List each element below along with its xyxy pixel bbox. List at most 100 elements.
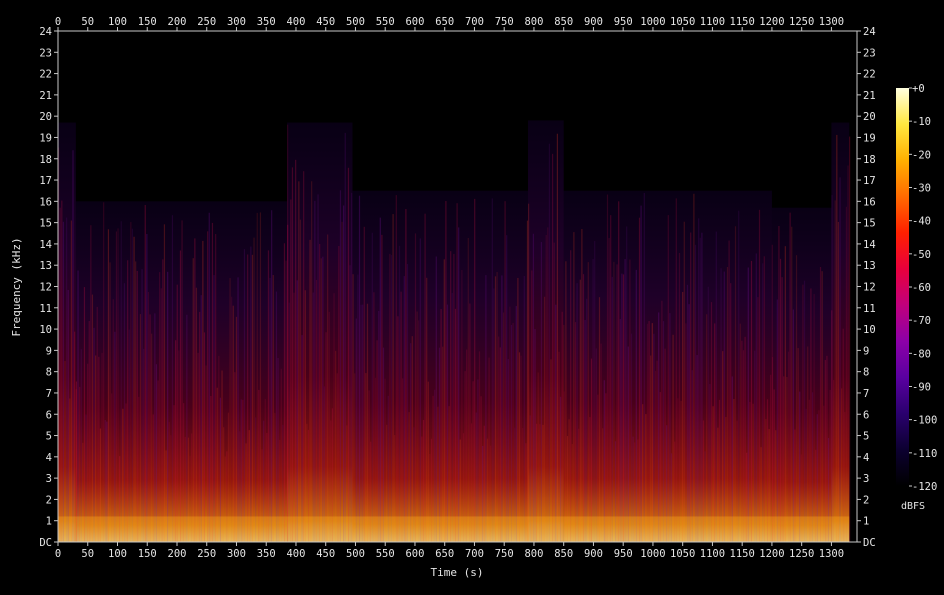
x-tick-label-top: 1050 <box>670 16 695 28</box>
y-tick-label-right: 19 <box>863 132 876 144</box>
y-tick-label-right: 13 <box>863 260 876 272</box>
x-tick-label: 200 <box>168 548 187 560</box>
y-tick-label: 22 <box>39 69 52 81</box>
y-tick-label: 13 <box>39 260 52 272</box>
x-tick-label: 1050 <box>670 548 695 560</box>
x-tick-label: 1000 <box>640 548 665 560</box>
x-tick-label-top: 0 <box>55 16 61 28</box>
y-tick-label-right: 4 <box>863 452 869 464</box>
y-axis-label: Frequency (kHz) <box>10 237 23 336</box>
y-tick-label-right: 14 <box>863 239 876 251</box>
x-tick-label: 1250 <box>789 548 814 560</box>
x-tick-label-top: 1300 <box>819 16 844 28</box>
colorbar-label: dBFS <box>901 501 925 512</box>
y-tick-label: 23 <box>39 47 52 59</box>
x-tick-label-top: 1250 <box>789 16 814 28</box>
y-tick-label: 1 <box>46 516 52 528</box>
x-tick-label-top: 700 <box>465 16 484 28</box>
y-tick-label-right: 5 <box>863 431 869 443</box>
x-tick-label: 800 <box>524 548 543 560</box>
colorbar-tick-label: -30 <box>912 183 931 195</box>
x-tick-label: 0 <box>55 548 61 560</box>
y-tick-label-right: 11 <box>863 303 876 315</box>
x-tick-label: 1300 <box>819 548 844 560</box>
spectrogram-figure: 0 0 50 50 100 100 150 150 200 200 250 250 300 300 350 3… <box>0 0 944 591</box>
y-tick-label: 16 <box>39 196 52 208</box>
y-tick-label: 21 <box>39 90 52 102</box>
colorbar-tick-label: -20 <box>912 149 931 161</box>
x-tick-label-top: 950 <box>614 16 633 28</box>
x-tick-label: 1100 <box>700 548 725 560</box>
y-tick-label: 17 <box>39 175 52 187</box>
x-tick-label: 900 <box>584 548 603 560</box>
y-tick-label-right: 24 <box>863 26 876 38</box>
colorbar-tick-label: -120 <box>912 481 937 493</box>
x-tick-label-top: 1150 <box>730 16 755 28</box>
y-tick-label-right: 23 <box>863 47 876 59</box>
colorbar-tick-label: -90 <box>912 382 931 394</box>
colorbar-tick-label: -10 <box>912 116 931 128</box>
x-tick-label: 1150 <box>730 548 755 560</box>
x-tick-label-top: 150 <box>138 16 157 28</box>
x-tick-label-top: 100 <box>108 16 127 28</box>
x-tick-label-top: 800 <box>524 16 543 28</box>
y-tick-label: 5 <box>46 431 52 443</box>
y-tick-label: 2 <box>46 494 52 506</box>
y-tick-label-right: 15 <box>863 218 876 230</box>
x-tick-label-top: 600 <box>405 16 424 28</box>
x-tick-label-top: 200 <box>168 16 187 28</box>
x-tick-label-top: 1200 <box>759 16 784 28</box>
y-tick-label: 9 <box>46 345 52 357</box>
x-tick-label: 550 <box>376 548 395 560</box>
y-tick-label: 14 <box>39 239 52 251</box>
x-tick-label: 150 <box>138 548 157 560</box>
x-tick-label-top: 1100 <box>700 16 725 28</box>
colorbar-tick-label: -100 <box>912 415 937 427</box>
y-tick-label-right: 22 <box>863 69 876 81</box>
colorbar-tick-label: -70 <box>912 315 931 327</box>
x-tick-label: 650 <box>435 548 454 560</box>
y-tick-label: 6 <box>46 409 52 421</box>
x-tick-label: 300 <box>227 548 246 560</box>
x-tick-label: 850 <box>554 548 573 560</box>
x-tick-label-top: 400 <box>286 16 305 28</box>
x-tick-label: 400 <box>286 548 305 560</box>
y-tick-label: DC <box>39 537 52 549</box>
y-tick-label: 15 <box>39 218 52 230</box>
x-tick-label-top: 850 <box>554 16 573 28</box>
y-tick-label: 11 <box>39 303 52 315</box>
y-tick-label-right: 12 <box>863 282 876 294</box>
y-tick-label: 19 <box>39 132 52 144</box>
y-tick-label: 4 <box>46 452 52 464</box>
colorbar-tick-label: +0 <box>912 83 925 95</box>
y-tick-label-right: 16 <box>863 196 876 208</box>
y-tick-label: 10 <box>39 324 52 336</box>
spectrogram-plot-area <box>58 31 857 543</box>
colorbar-tick-label: -80 <box>912 348 931 360</box>
y-tick-label: 18 <box>39 154 52 166</box>
y-tick-label-right: 8 <box>863 367 869 379</box>
y-tick-label-right: 10 <box>863 324 876 336</box>
y-tick-label: 20 <box>39 111 52 123</box>
x-tick-label: 1200 <box>759 548 784 560</box>
x-tick-label: 100 <box>108 548 127 560</box>
colorbar-gradient <box>896 88 909 486</box>
y-tick-label-right: 20 <box>863 111 876 123</box>
y-tick-label: 8 <box>46 367 52 379</box>
y-tick-label: 12 <box>39 282 52 294</box>
x-tick-label: 450 <box>316 548 335 560</box>
x-tick-label-top: 550 <box>376 16 395 28</box>
colorbar: +0 -10 -20 -30 -40 -50 -60 -70 -80 -90 -100 -110 -12… <box>896 83 937 493</box>
x-axis-label: Time (s) <box>431 566 484 579</box>
x-tick-label-top: 300 <box>227 16 246 28</box>
y-tick-label-right: 9 <box>863 345 869 357</box>
x-tick-label: 50 <box>81 548 94 560</box>
y-tick-label: 24 <box>39 26 52 38</box>
colorbar-tick-label: -60 <box>912 282 931 294</box>
x-tick-label: 750 <box>495 548 514 560</box>
x-tick-label: 250 <box>197 548 216 560</box>
y-tick-label-right: DC <box>863 537 876 549</box>
colorbar-tick-label: -40 <box>912 216 931 228</box>
colorbar-tick-label: -110 <box>912 448 937 460</box>
x-tick-label: 700 <box>465 548 484 560</box>
